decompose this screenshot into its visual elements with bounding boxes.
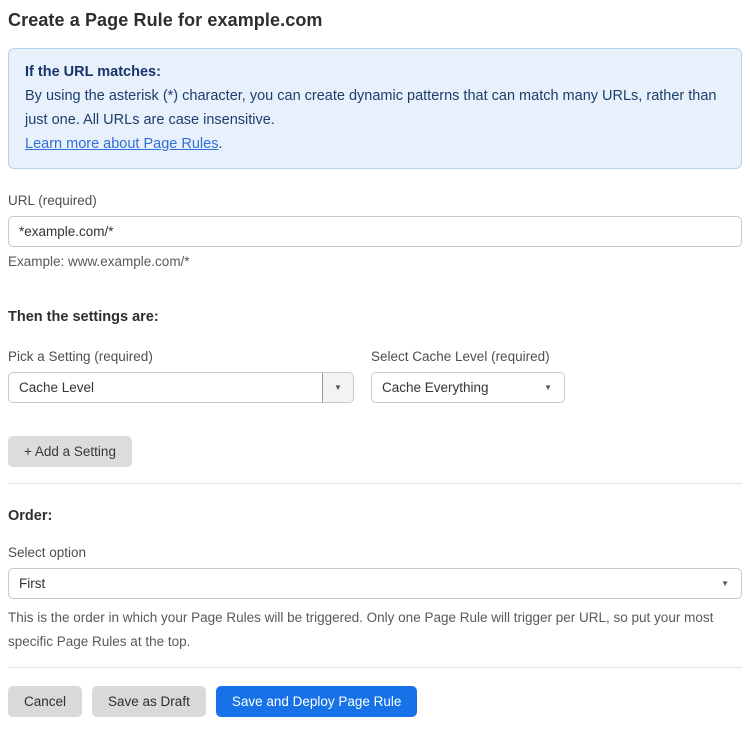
url-matches-info-box: If the URL matches: By using the asteris… (8, 48, 742, 169)
setting-picker-dropdown[interactable]: Cache Level ▼ (8, 372, 354, 403)
create-page-rule-form: Create a Page Rule for example.com If th… (0, 0, 750, 729)
order-helper-text: This is the order in which your Page Rul… (8, 610, 714, 649)
url-input[interactable] (8, 216, 742, 247)
setting-picker-value: Cache Level (19, 380, 95, 395)
cache-level-value: Cache Everything (382, 380, 489, 395)
chevron-down-icon: ▼ (544, 382, 552, 392)
chevron-down-icon: ▼ (721, 578, 729, 588)
settings-heading: Then the settings are: (8, 309, 159, 325)
setting-picker-arrow-segment[interactable]: ▼ (322, 373, 353, 402)
order-heading: Order: (8, 508, 53, 524)
setting-picker-label: Pick a Setting (required) (8, 349, 153, 364)
section-divider (8, 483, 742, 484)
learn-more-page-rules-link[interactable]: Learn more about Page Rules (25, 136, 218, 152)
settings-section: Then the settings are: Pick a Setting (r… (8, 309, 742, 467)
cache-level-column: Select Cache Level (required) Cache Ever… (371, 349, 565, 403)
order-section: Order: Select option First ▼ This is the… (8, 508, 742, 654)
info-box-body: By using the asterisk (*) character, you… (25, 88, 717, 128)
cache-level-arrow-wrap: ▼ (544, 382, 564, 392)
add-setting-button[interactable]: + Add a Setting (8, 436, 132, 467)
url-example-helper: Example: www.example.com/* (8, 254, 190, 269)
url-field-section: URL (required) Example: www.example.com/… (8, 193, 742, 269)
settings-row: Pick a Setting (required) Cache Level ▼ … (8, 349, 742, 403)
cache-level-dropdown[interactable]: Cache Everything ▼ (371, 372, 565, 403)
chevron-down-icon: ▼ (334, 382, 342, 392)
info-box-link-line: Learn more about Page Rules. (25, 132, 725, 156)
setting-picker-column: Pick a Setting (required) Cache Level ▼ (8, 349, 354, 403)
order-select-label: Select option (8, 545, 87, 560)
order-dropdown[interactable]: First ▼ (8, 568, 742, 599)
page-title: Create a Page Rule for example.com (8, 10, 323, 30)
cache-level-label: Select Cache Level (required) (371, 349, 550, 364)
link-suffix-period: . (218, 136, 223, 152)
info-box-heading: If the URL matches: (25, 64, 161, 80)
footer-divider (8, 667, 742, 668)
order-dropdown-value: First (19, 576, 46, 591)
order-arrow-wrap: ▼ (721, 578, 741, 588)
url-field-label: URL (required) (8, 193, 97, 208)
